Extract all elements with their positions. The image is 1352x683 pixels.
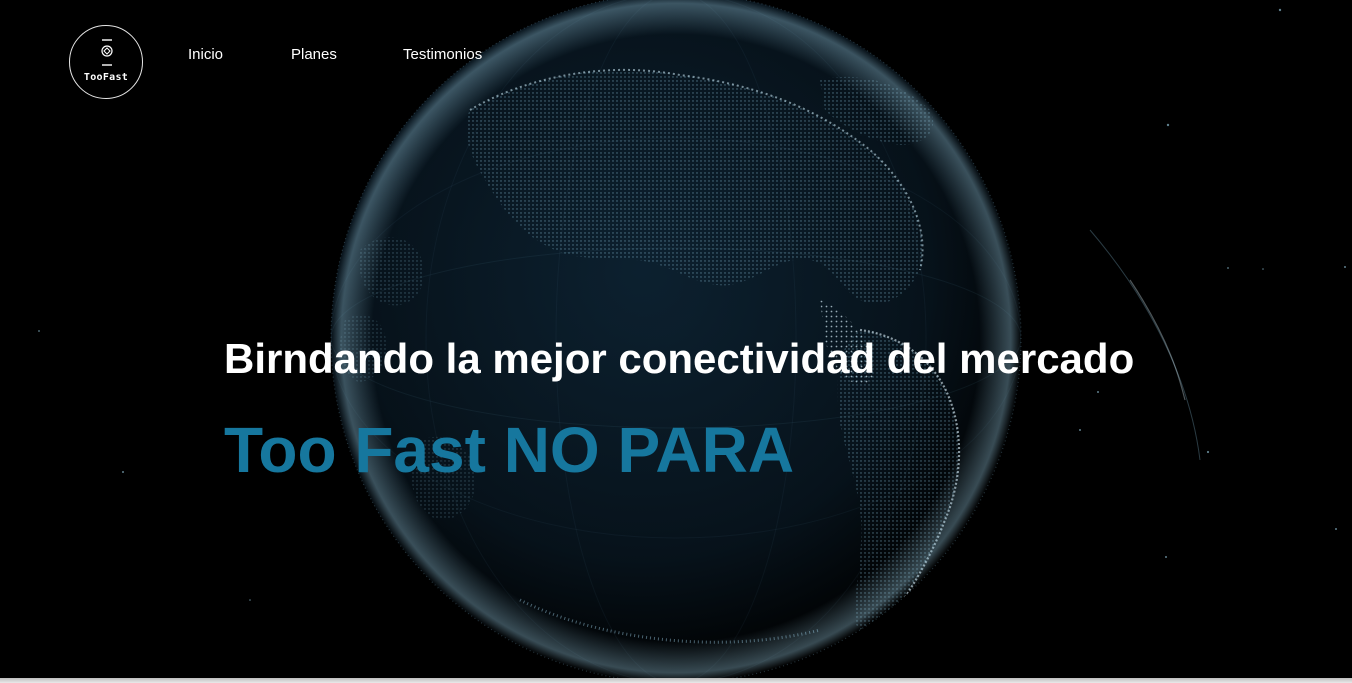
hero-subtitle: Birndando la mejor conectividad del merc… — [224, 335, 1135, 382]
page-bottom-divider — [0, 678, 1352, 683]
nav-link-inicio[interactable]: Inicio — [188, 46, 223, 63]
logo[interactable]: TooFast — [69, 25, 143, 99]
nav-link-planes[interactable]: Planes — [291, 46, 337, 63]
logo-text: TooFast — [83, 72, 129, 83]
router-icon — [101, 39, 113, 66]
hero-title: Too Fast NO PARA — [224, 414, 795, 486]
hero-section: TooFast Inicio Planes Testimonios Birnda… — [0, 0, 1352, 678]
nav-link-testimonios[interactable]: Testimonios — [403, 46, 482, 63]
